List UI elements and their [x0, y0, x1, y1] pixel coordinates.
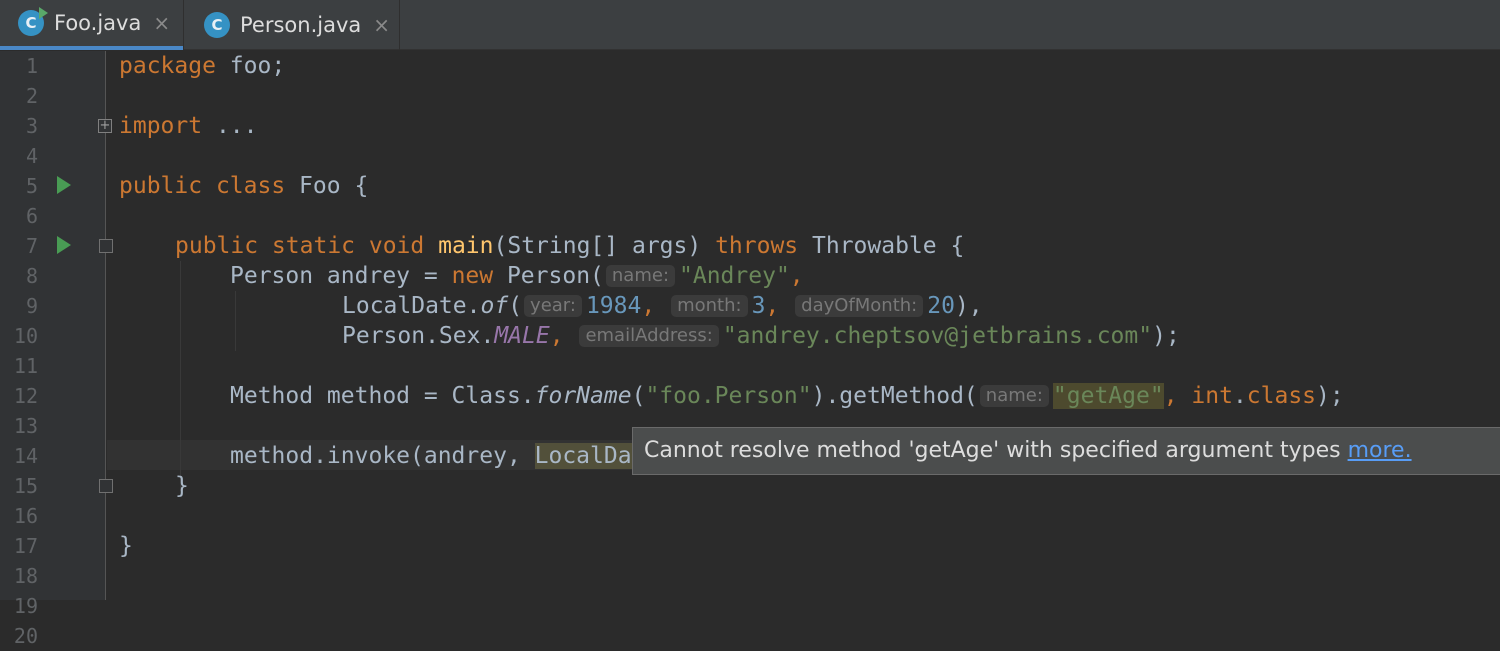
line-number: 14 [13, 444, 38, 468]
line-number: 20 [13, 624, 38, 648]
warning-highlight: LocalDa [534, 443, 632, 469]
code-line-8: public static void main(String[] args) t… [175, 233, 965, 259]
code-line-6: public class Foo { [119, 173, 369, 199]
line-number: 11 [13, 354, 38, 378]
parameter-hint: emailAddress: [579, 325, 719, 347]
code-line-18: } [119, 533, 133, 559]
java-class-icon: C [18, 7, 48, 36]
line-number: 3 [25, 114, 38, 138]
editor-gutter: 1 2 3 4 5 6 7 8 9 10 11 12 13 14 15 16 1… [0, 51, 113, 648]
line-number: 12 [13, 384, 38, 408]
tab-foo-java[interactable]: C Foo.java × [0, 0, 183, 50]
editor-tab-bar: C Foo.java × C Person.java × [0, 0, 1500, 50]
close-icon[interactable]: × [373, 13, 390, 37]
parameter-hint: year: [524, 295, 582, 317]
line-number: 1 [25, 54, 38, 78]
tab-person-java[interactable]: C Person.java × [183, 0, 400, 50]
code-line-13: Method method = Class.forName("foo.Perso… [230, 383, 1344, 409]
run-class-icon[interactable] [57, 176, 71, 194]
code-line-9: Person andrey = new Person(name: "Andrey"… [230, 263, 804, 289]
line-number: 19 [13, 594, 38, 618]
code-line-16: } [175, 473, 189, 499]
line-number: 16 [13, 504, 38, 528]
line-number: 4 [25, 144, 38, 168]
code-line-1: package foo; [119, 53, 286, 79]
parameter-hint: name: [605, 265, 676, 287]
code-line-15: method.invoke(andrey, LocalDa [230, 443, 632, 469]
line-number: 9 [25, 294, 38, 318]
java-class-icon: C [204, 12, 230, 38]
line-number: 17 [13, 534, 38, 558]
line-number: 7 [25, 234, 38, 258]
code-line-3: import ... [119, 113, 258, 139]
run-main-icon[interactable] [57, 236, 71, 254]
tab-label: Foo.java [54, 11, 142, 35]
indent-guide [180, 261, 181, 491]
line-number: 15 [13, 474, 38, 498]
tooltip-more-link[interactable]: more. [1348, 438, 1412, 463]
line-number: 5 [25, 174, 38, 198]
error-highlight: "getAge" [1052, 383, 1164, 409]
tooltip-message: Cannot resolve method 'getAge' with spec… [644, 438, 1348, 463]
indent-guide [235, 291, 236, 351]
line-number: 8 [25, 264, 38, 288]
line-number: 6 [25, 204, 38, 228]
parameter-hint: name: [979, 385, 1049, 407]
run-badge-icon [39, 7, 48, 19]
line-number: 13 [13, 414, 38, 438]
code-editor[interactable]: package foo; import ... public class Foo… [107, 51, 1500, 600]
line-number: 18 [13, 564, 38, 588]
parameter-hint: month: [671, 295, 748, 317]
line-number: 2 [25, 84, 38, 108]
parameter-hint: dayOfMonth: [795, 295, 924, 317]
close-icon[interactable]: × [153, 11, 170, 35]
error-tooltip: Cannot resolve method 'getAge' with spec… [632, 427, 1500, 475]
code-line-10: LocalDate.of(year: 1984, month: 3, dayOfMo… [342, 293, 983, 319]
tab-label: Person.java [240, 13, 362, 37]
code-line-11: Person.Sex.MALE, emailAddress: "andrey.ch… [342, 323, 1180, 349]
line-number: 10 [13, 324, 38, 348]
